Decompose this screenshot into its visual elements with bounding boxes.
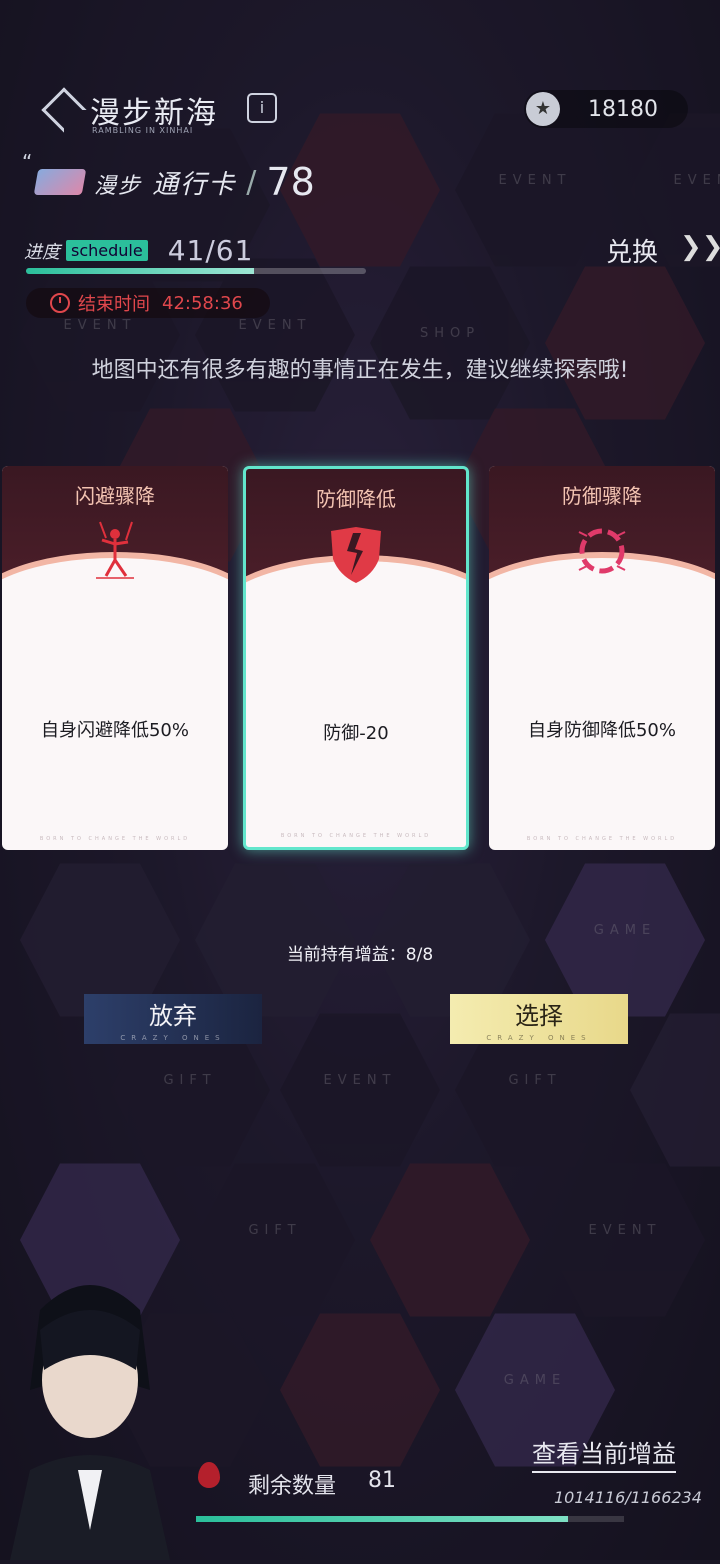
broken-ring-icon <box>569 518 635 584</box>
hint-text: 地图中还有很多有趣的事情正在发生，建议继续探索哦! <box>91 358 629 383</box>
broken-shield-icon <box>323 521 389 587</box>
timer-label: 结束时间 <box>78 294 150 315</box>
double-chevron-right-icon[interactable]: ❯❯ <box>680 232 720 262</box>
timer-value: 42:58:36 <box>162 292 243 314</box>
button-subtext: CRAZY ONES <box>486 1034 592 1042</box>
remaining-value: 81 <box>368 1468 396 1493</box>
pass-label: 漫步 通行卡 <box>94 164 236 201</box>
button-subtext: CRAZY ONES <box>120 1034 226 1042</box>
pass-level: 78 <box>266 160 315 204</box>
clock-icon <box>50 293 70 313</box>
select-button[interactable]: 选择 CRAZY ONES <box>450 994 628 1044</box>
info-icon[interactable]: i <box>247 93 277 123</box>
logo-icon <box>41 87 87 133</box>
exchange-button[interactable]: 兑换 <box>606 232 658 269</box>
progress-fill <box>26 268 255 274</box>
pass-slash: / <box>246 164 257 200</box>
progress-bar <box>26 268 366 274</box>
puppet-icon <box>82 518 148 584</box>
card-description: 自身闪避降低50% <box>40 720 189 741</box>
buff-card-2[interactable]: 防御降低 防御-20 BORN TO CHANGE THE WORLD <box>243 466 469 850</box>
schedule-badge: schedule <box>66 240 148 261</box>
card-footer: BORN TO CHANGE THE WORLD <box>280 833 432 839</box>
buff-count: 当前持有增益：8/8 <box>286 945 434 965</box>
card-description: 自身防御降低50% <box>527 720 676 741</box>
card-title: 防御降低 <box>316 487 396 511</box>
progress-row: 进度 schedule 41/61 <box>24 234 253 267</box>
blood-drop-icon <box>198 1462 220 1488</box>
page-subtitle: RAMBLING IN XINHAI <box>92 126 194 135</box>
abandon-button[interactable]: 放弃 CRAZY ONES <box>84 994 262 1044</box>
card-description: 防御-20 <box>323 723 389 744</box>
card-footer: BORN TO CHANGE THE WORLD <box>526 836 678 842</box>
pass-label-prefix: 漫步 <box>94 173 143 199</box>
select-label: 选择 <box>515 1002 563 1030</box>
abandon-label: 放弃 <box>149 1002 197 1030</box>
pass-label-main: 通行卡 <box>152 169 237 200</box>
progress-label: 进度 <box>24 241 60 263</box>
card-footer: BORN TO CHANGE THE WORLD <box>39 836 191 842</box>
pass-card-icon <box>33 169 87 195</box>
coin-counter: ★ 18180 <box>524 90 688 128</box>
hp-fill <box>196 1516 569 1522</box>
buff-card-1[interactable]: 闪避骤降 自身闪避降低50% BORN TO CHANGE THE WORLD <box>2 466 228 850</box>
card-title: 闪避骤降 <box>75 484 155 508</box>
hp-bar <box>196 1516 624 1522</box>
view-current-buffs-link[interactable]: 查看当前增益 <box>532 1434 676 1473</box>
progress-count: 41/61 <box>167 234 254 267</box>
pass-row[interactable]: 漫步 通行卡 / 78 <box>26 160 315 204</box>
remaining-label: 剩余数量 <box>248 1474 337 1499</box>
end-timer: 结束时间 42:58:36 <box>26 288 270 318</box>
coin-value: 18180 <box>588 96 658 122</box>
hp-value: 1014116/1166234 <box>554 1488 702 1507</box>
buff-card-3[interactable]: 防御骤降 自身防御降低50% BORN TO CHANGE THE WORLD <box>489 466 715 850</box>
player-avatar <box>0 1270 180 1560</box>
card-title: 防御骤降 <box>562 484 642 508</box>
coin-icon: ★ <box>526 92 560 126</box>
